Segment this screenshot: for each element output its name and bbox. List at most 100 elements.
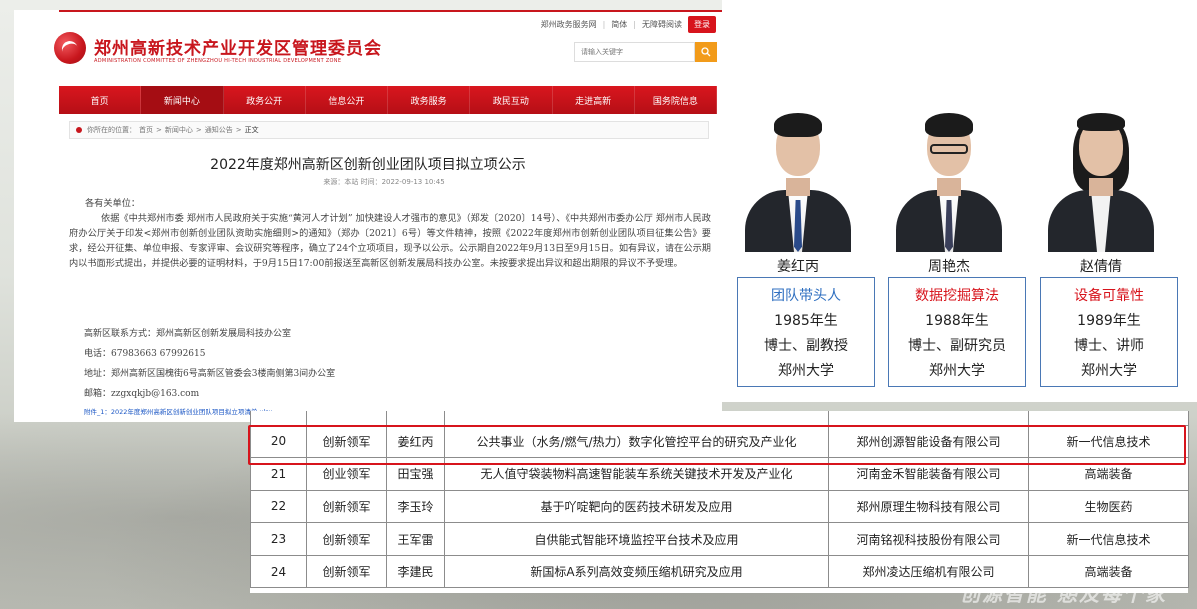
cell-leader: 李建民 — [386, 554, 445, 589]
cell-company: 郑州创源智能设备有限公司 — [828, 424, 1029, 459]
member-org: 郑州大学 — [778, 362, 834, 379]
contact-office: 高新区联系方式：郑州高新区创新发展局科技办公室 — [84, 329, 292, 339]
member-photo — [896, 100, 1002, 252]
member-title: 博士、讲师 — [1074, 337, 1144, 354]
site-subtitle: ADMINISTRATION COMMITTEE OF ZHENGZHOU HI… — [94, 58, 342, 64]
search-button[interactable] — [695, 42, 717, 62]
cell-no: 24 — [250, 554, 307, 589]
member-role: 设备可靠性 — [1074, 287, 1144, 304]
cell-no: 21 — [250, 457, 307, 491]
member-info-box: 数据挖掘算法 1988年生 博士、副研究员 郑州大学 — [888, 277, 1026, 387]
breadcrumb-news[interactable]: 新闻中心 — [165, 125, 193, 135]
member-name: 周艳杰 — [928, 259, 970, 275]
team-member: 姜红丙 团队带头人 1985年生 博士、副教授 郑州大学 — [722, 0, 875, 402]
member-org: 郑州大学 — [1081, 362, 1137, 379]
member-title: 博士、副研究员 — [908, 337, 1006, 354]
top-link-simplified[interactable]: 简体 — [611, 19, 627, 30]
cell-field: 新一代信息技术 — [1028, 522, 1189, 556]
nav-home[interactable]: 首页 — [59, 86, 142, 114]
cell-company: 郑州凌达压缩机有限公司 — [828, 554, 1029, 589]
member-photo — [1048, 100, 1154, 252]
member-photo — [745, 100, 851, 252]
table-row: 20 创新领军 姜红丙 公共事业（水务/燃气/热力）数字化管控平台的研究及产业化… — [250, 424, 1189, 459]
cell-company: 郑州原理生物科技有限公司 — [828, 489, 1029, 524]
article-paragraph: 依据《中共郑州市委 郑州市人民政府关于实施“黄河人才计划” 加快建设人才强市的意… — [69, 213, 711, 269]
member-name: 赵倩倩 — [1080, 259, 1122, 275]
search-placeholder: 请输入关键字 — [581, 48, 623, 56]
nav-gov-affairs[interactable]: 政务公开 — [224, 86, 306, 114]
site-title: 郑州高新技术产业开发区管理委员会 — [94, 39, 382, 59]
project-table: 20 创新领军 姜红丙 公共事业（水务/燃气/热力）数字化管控平台的研究及产业化… — [250, 411, 1189, 593]
breadcrumb-home[interactable]: 首页 — [139, 125, 153, 135]
cell-project: 无人值守袋装物料高速智能装车系统关键技术开发及产业化 — [444, 457, 829, 491]
member-role: 团队带头人 — [771, 287, 841, 304]
table-row: 21 创业领军 田宝强 无人值守袋装物料高速智能装车系统关键技术开发及产业化 河… — [250, 457, 1189, 491]
contact-email: 邮箱：zzgxqkjb@163.com — [84, 389, 200, 399]
cell-project: 新国标A系列高效变频压缩机研究及应用 — [444, 554, 829, 589]
cell-field: 新一代信息技术 — [1028, 424, 1189, 459]
nav-interaction[interactable]: 政民互动 — [470, 86, 553, 114]
cell-leader: 田宝强 — [386, 457, 445, 491]
nav-gov-service[interactable]: 政务服务 — [388, 86, 471, 114]
article-meta: 来源：本站 时间：2022-09-13 10:45 — [323, 178, 445, 186]
cell-type: 创新领军 — [306, 522, 387, 556]
cell-company: 河南铭视科技股份有限公司 — [828, 522, 1029, 556]
top-link-gov-service[interactable]: 郑州政务服务网 — [541, 19, 597, 30]
member-info-box: 设备可靠性 1989年生 博士、讲师 郑州大学 — [1040, 277, 1178, 387]
contact-info: 高新区联系方式：郑州高新区创新发展局科技办公室 电话：67983663 6799… — [84, 326, 704, 406]
cell-field: 高端装备 — [1028, 554, 1189, 589]
breadcrumb: 你所在的位置： 首页 > 新闻中心 > 通知公告 > 正文 — [69, 121, 709, 139]
nav-info-disclosure[interactable]: 信息公开 — [306, 86, 388, 114]
cell-type: 创新领军 — [306, 489, 387, 524]
member-info-box: 团队带头人 1985年生 博士、副教授 郑州大学 — [737, 277, 875, 387]
cell-type: 创新领军 — [306, 554, 387, 589]
cell-project: 基于吖啶靶向的医药技术研发及应用 — [444, 489, 829, 524]
article-greeting: 各有关单位： — [85, 198, 141, 209]
cell-company: 河南金禾智能装备有限公司 — [828, 457, 1029, 491]
table-row: 22 创新领军 李玉玲 基于吖啶靶向的医药技术研发及应用 郑州原理生物科技有限公… — [250, 489, 1189, 524]
member-birth: 1988年生 — [925, 312, 989, 329]
main-nav: 首页 新闻中心 政务公开 信息公开 政务服务 政民互动 走进高新 国务院信息 — [59, 86, 717, 114]
article-title: 2022年度郑州高新区创新创业团队项目拟立项公示 — [210, 157, 526, 173]
member-org: 郑州大学 — [929, 362, 985, 379]
cell-leader: 李玉玲 — [386, 489, 445, 524]
cell-field: 高端装备 — [1028, 457, 1189, 491]
member-birth: 1985年生 — [774, 312, 838, 329]
team-member: 赵倩倩 设备可靠性 1989年生 博士、讲师 郑州大学 — [1025, 0, 1178, 402]
table-row — [250, 411, 1189, 426]
top-link-accessibility[interactable]: 无障碍阅读 — [642, 19, 682, 30]
contact-phone: 电话：67983663 67992615 — [84, 349, 206, 359]
cell-leader: 王军雷 — [386, 522, 445, 556]
contact-address: 地址：郑州高新区国槐街6号高新区管委会3楼南侧第3间办公室 — [84, 369, 336, 379]
cell-field: 生物医药 — [1028, 489, 1189, 524]
member-birth: 1989年生 — [1077, 312, 1141, 329]
cell-type: 创新领军 — [306, 424, 387, 459]
cell-project: 自供能式智能环境监控平台技术及应用 — [444, 522, 829, 556]
team-member: 周艳杰 数据挖掘算法 1988年生 博士、副研究员 郑州大学 — [873, 0, 1026, 402]
nav-about[interactable]: 走进高新 — [553, 86, 635, 114]
breadcrumb-current: 正文 — [244, 126, 259, 134]
article-body: 各有关单位： 依据《中共郑州市委 郑州市人民政府关于实施“黄河人才计划” 加快建… — [69, 196, 711, 271]
table-row: 24 创新领军 李建民 新国标A系列高效变频压缩机研究及应用 郑州凌达压缩机有限… — [250, 554, 1189, 589]
login-button[interactable]: 登录 — [688, 16, 716, 33]
cell-no: 23 — [250, 522, 307, 556]
cell-leader: 姜红丙 — [386, 424, 445, 459]
nav-state-council[interactable]: 国务院信息 — [635, 86, 717, 114]
cell-no: 22 — [250, 489, 307, 524]
cell-type: 创业领军 — [306, 457, 387, 491]
site-logo-icon — [54, 32, 86, 64]
location-icon — [76, 127, 82, 133]
website-screenshot: 郑州政务服务网 | 简体 | 无障碍阅读 登录 郑州高新技术产业开发区管理委员会… — [14, 10, 722, 422]
glasses-icon — [930, 144, 968, 154]
team-panel: 姜红丙 团队带头人 1985年生 博士、副教授 郑州大学 周艳杰 数据挖掘算法 … — [722, 0, 1197, 402]
cell-no: 20 — [250, 424, 307, 459]
search-icon — [701, 47, 711, 57]
top-accent-line — [59, 10, 722, 12]
attachment-link[interactable]: 附件_1：2022年度郑州高新区创新创业团队项目拟立项清单.xlsx — [84, 406, 272, 416]
breadcrumb-prefix: 你所在的位置： — [87, 126, 136, 134]
search-input[interactable]: 请输入关键字 — [574, 42, 695, 62]
member-title: 博士、副教授 — [764, 337, 848, 354]
breadcrumb-notice[interactable]: 通知公告 — [205, 125, 233, 135]
nav-news[interactable]: 新闻中心 — [141, 86, 224, 114]
member-name: 姜红丙 — [777, 259, 819, 275]
